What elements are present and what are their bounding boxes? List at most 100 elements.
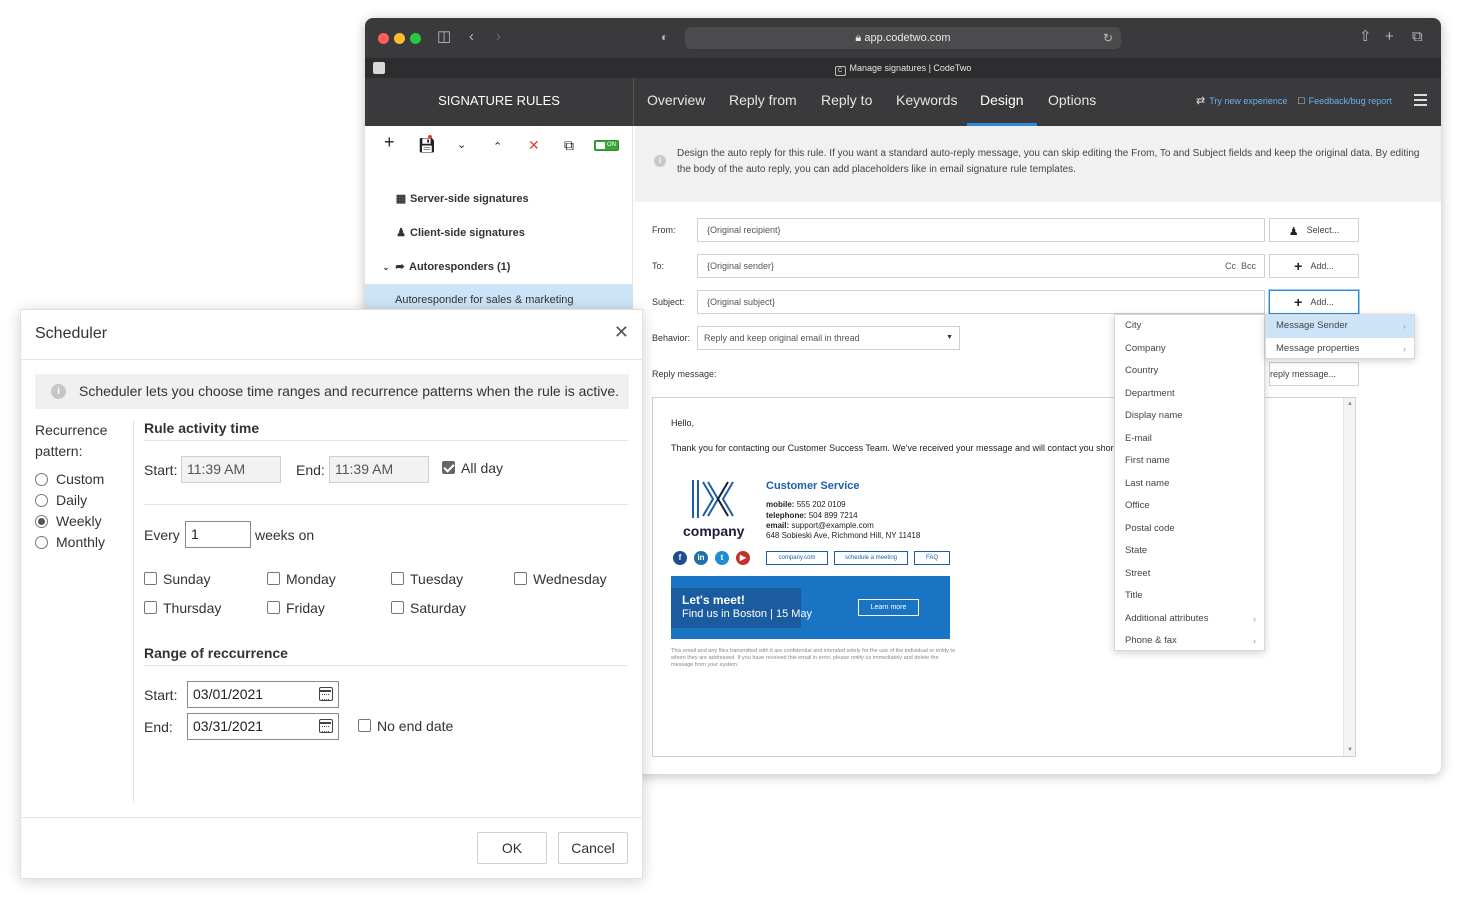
checkbox-box[interactable] (267, 601, 280, 614)
sidebar-item-server-side[interactable]: ▦ Server-side signatures (365, 183, 633, 215)
radio-circle[interactable] (35, 494, 48, 507)
new-tab-icon[interactable]: + (1385, 28, 1394, 46)
duplicate-icon[interactable]: ⧉ (564, 138, 574, 152)
thursday-checkbox[interactable]: Thursday (144, 599, 221, 617)
all-day-checkbox[interactable]: All day (442, 459, 503, 477)
menu-item-office[interactable]: Office (1115, 495, 1264, 518)
menu-icon[interactable] (1414, 94, 1427, 106)
checkbox-box[interactable] (144, 601, 157, 614)
delete-icon[interactable]: ✕ (528, 138, 540, 152)
share-icon[interactable]: ⇧ (1359, 28, 1372, 46)
menu-item-first-name[interactable]: First name (1115, 450, 1264, 473)
calendar-icon[interactable] (319, 687, 333, 701)
from-field[interactable]: {Original recipient} (697, 218, 1265, 242)
feedback-link[interactable]: □ Feedback/bug report (1298, 78, 1392, 126)
menu-item-postal-code[interactable]: Postal code (1115, 518, 1264, 541)
wednesday-checkbox[interactable]: Wednesday (514, 570, 607, 588)
maximize-window-button[interactable] (410, 33, 421, 44)
sunday-checkbox[interactable]: Sunday (144, 570, 210, 588)
menu-item-state[interactable]: State (1115, 540, 1264, 563)
ok-button[interactable]: OK (477, 832, 547, 864)
scroll-down-icon[interactable]: ▼ (1347, 747, 1353, 753)
menu-item-display-name[interactable]: Display name (1115, 405, 1264, 428)
rule-toggle[interactable]: ON (594, 140, 619, 151)
reload-icon[interactable]: ↻ (1103, 27, 1113, 49)
try-new-experience-link[interactable]: ⇄ Try new experience (1196, 78, 1287, 126)
move-up-icon[interactable]: ⌃ (493, 140, 502, 154)
calendar-icon[interactable] (319, 719, 333, 733)
close-icon[interactable]: ✕ (614, 323, 629, 341)
checkbox-box[interactable] (442, 461, 455, 474)
sidebar-toggle-icon[interactable]: ◫ (437, 28, 451, 46)
start-time-input[interactable]: 11:39 AM (181, 456, 281, 483)
cancel-button[interactable]: Cancel (558, 832, 628, 864)
cc-link[interactable]: Cc (1225, 261, 1236, 271)
select-button[interactable]: ♟ Select... (1269, 218, 1359, 242)
tab-options[interactable]: Options (1035, 78, 1109, 126)
close-window-button[interactable] (378, 33, 389, 44)
save-icon[interactable]: 💾︎ (418, 135, 436, 152)
reply-message-button[interactable]: reply message... (1269, 362, 1359, 386)
subject-field[interactable]: {Original subject} (697, 290, 1265, 314)
cc-bcc-toggle[interactable]: Cc Bcc (1225, 255, 1256, 277)
menu-item-city[interactable]: City (1115, 315, 1264, 338)
sidebar-item-autoresponders[interactable]: ⌄ ➦ Autoresponders (1) (365, 251, 633, 283)
checkbox-box[interactable] (514, 572, 527, 585)
editor-scrollbar[interactable]: ▲ ▼ (1343, 398, 1355, 756)
tabs-overview-icon[interactable]: ⧉ (1412, 28, 1423, 46)
range-end-date-input[interactable]: 03/31/2021 (187, 713, 339, 740)
bcc-link[interactable]: Bcc (1241, 261, 1256, 271)
checkbox-box[interactable] (358, 719, 371, 732)
behavior-select[interactable]: Reply and keep original email in thread … (697, 326, 960, 350)
end-time-input[interactable]: 11:39 AM (329, 456, 429, 483)
menu-item-phone-fax[interactable]: Phone & fax › (1115, 630, 1264, 653)
menu-item-title[interactable]: Title (1115, 585, 1264, 608)
tuesday-checkbox[interactable]: Tuesday (391, 570, 463, 588)
no-end-date-checkbox[interactable]: No end date (358, 717, 453, 735)
range-start-date-input[interactable]: 03/01/2021 (187, 681, 339, 708)
browser-tab[interactable]: C Manage signatures | CodeTwo (365, 58, 1441, 78)
menu-item-message-sender[interactable]: Message Sender › (1266, 315, 1414, 338)
add-icon[interactable]: + (384, 133, 395, 151)
checkbox-box[interactable] (144, 572, 157, 585)
menu-item-company[interactable]: Company (1115, 338, 1264, 361)
menu-item-street[interactable]: Street (1115, 563, 1264, 586)
menu-item-last-name[interactable]: Last name (1115, 473, 1264, 496)
scroll-up-icon[interactable]: ▲ (1347, 401, 1353, 407)
menu-item-message-properties[interactable]: Message properties › (1266, 338, 1414, 361)
tab-overview[interactable]: Overview (634, 78, 718, 126)
tab-reply-to[interactable]: Reply to (808, 78, 885, 126)
checkbox-box[interactable] (391, 601, 404, 614)
minimize-window-button[interactable] (394, 33, 405, 44)
monday-checkbox[interactable]: Monday (267, 570, 336, 588)
radio-daily[interactable]: Daily (35, 490, 87, 510)
sidebar-item-client-side[interactable]: ♟ Client-side signatures (365, 217, 633, 249)
menu-item-department[interactable]: Department (1115, 383, 1264, 406)
to-field[interactable]: {Original sender} Cc Bcc (697, 254, 1265, 278)
tab-keywords[interactable]: Keywords (883, 78, 970, 126)
back-icon[interactable]: ‹ (469, 28, 474, 46)
every-weeks-input[interactable]: 1 (185, 521, 251, 548)
radio-circle[interactable] (35, 536, 48, 549)
radio-circle[interactable] (35, 473, 48, 486)
shield-icon[interactable]: ◐ (661, 28, 668, 46)
friday-checkbox[interactable]: Friday (267, 599, 325, 617)
radio-custom[interactable]: Custom (35, 469, 104, 489)
radio-circle[interactable] (35, 515, 48, 528)
radio-monthly[interactable]: Monthly (35, 532, 105, 552)
add-subject-button[interactable]: + Add... (1269, 290, 1359, 314)
menu-item-country[interactable]: Country (1115, 360, 1264, 383)
radio-weekly[interactable]: Weekly (35, 511, 102, 531)
move-down-icon[interactable]: ⌄ (457, 138, 466, 152)
add-to-button[interactable]: + Add... (1269, 254, 1359, 278)
tab-reply-from[interactable]: Reply from (716, 78, 810, 126)
saturday-checkbox[interactable]: Saturday (391, 599, 466, 617)
checkbox-box[interactable] (391, 572, 404, 585)
chevron-down-icon[interactable]: ⌄ (381, 252, 391, 284)
tab-design[interactable]: Design (967, 78, 1037, 126)
menu-item-email[interactable]: E-mail (1115, 428, 1264, 451)
menu-item-additional-attributes[interactable]: Additional attributes › (1115, 608, 1264, 631)
checkbox-box[interactable] (267, 572, 280, 585)
forward-icon[interactable]: › (496, 28, 501, 46)
address-bar[interactable]: 🔒︎ app.codetwo.com ↻ (685, 27, 1121, 49)
